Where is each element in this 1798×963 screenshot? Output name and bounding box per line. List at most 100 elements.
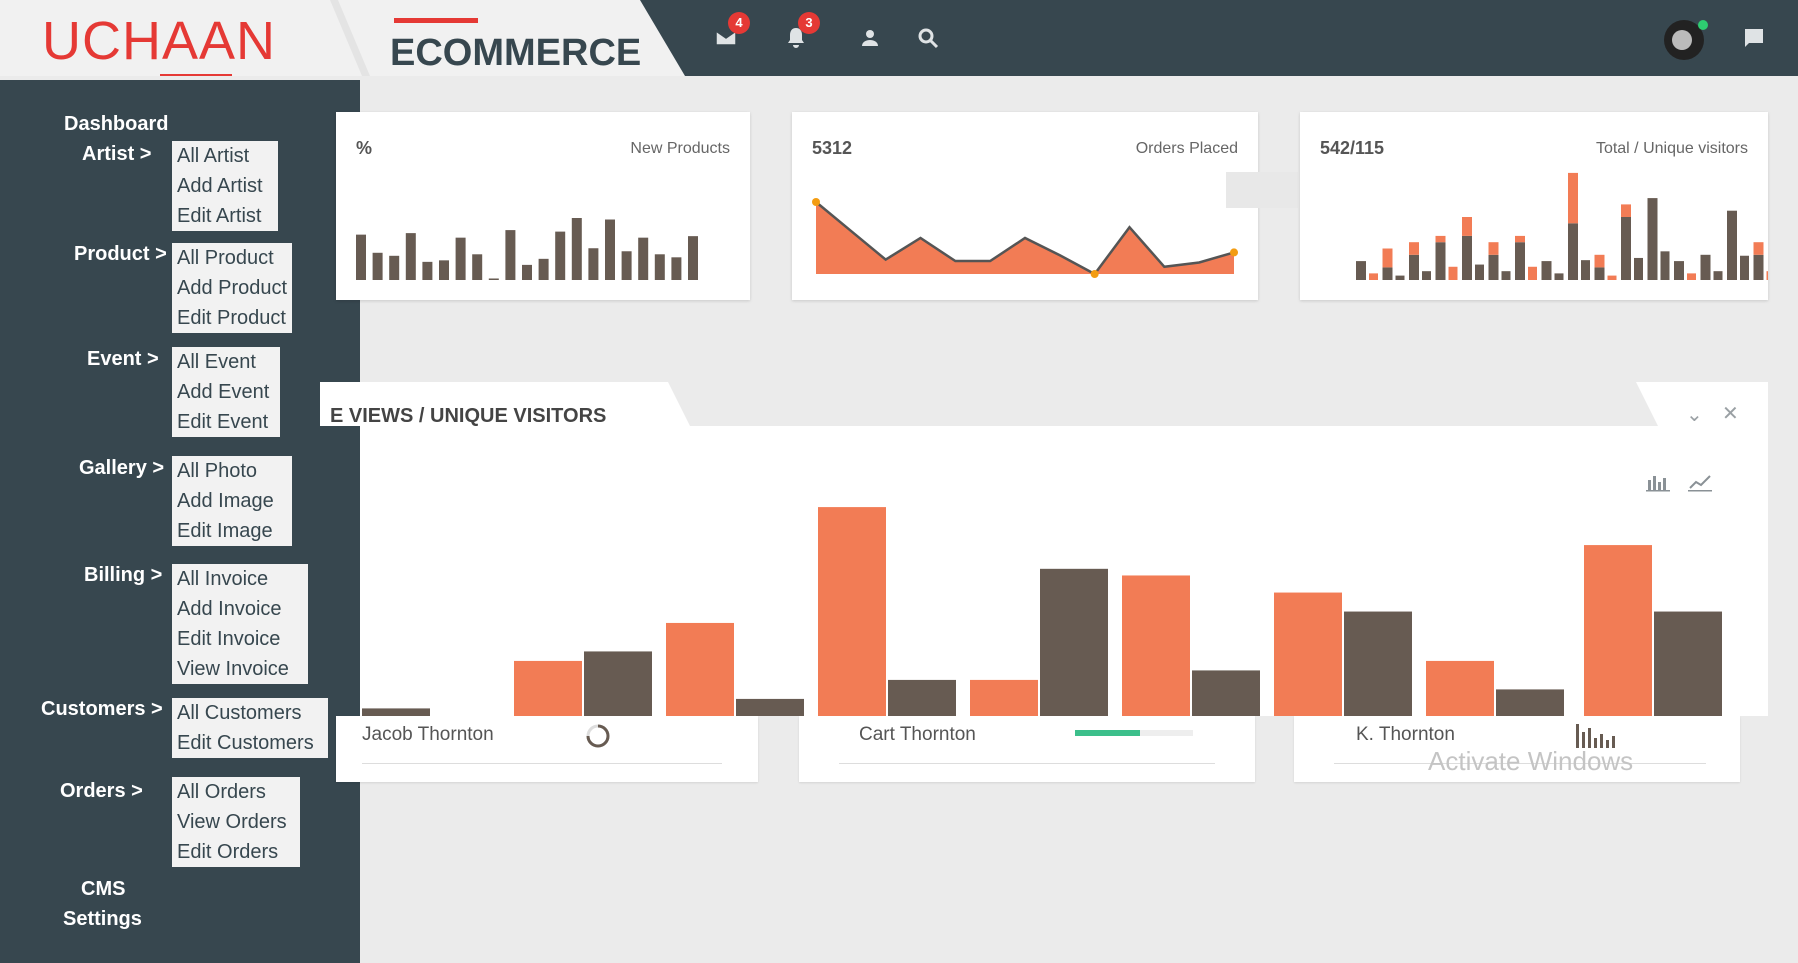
chart-panel-title: E VIEWS / UNIQUE VISITORS xyxy=(330,405,607,427)
submenu-edit-orders[interactable]: Edit Orders xyxy=(172,837,300,867)
mini-bar xyxy=(654,254,665,280)
submenu-edit-artist[interactable]: Edit Artist xyxy=(172,201,278,231)
submenu-edit-image[interactable]: Edit Image xyxy=(172,516,292,546)
mini-area-point xyxy=(812,198,820,206)
submenu-view-invoice[interactable]: View Invoice xyxy=(172,654,308,684)
mini-stack-orange xyxy=(1621,204,1631,217)
bottom-card-name: K. Thornton xyxy=(1356,724,1455,745)
mini-bar xyxy=(488,278,499,280)
mini-stack-orange xyxy=(1409,242,1419,255)
mini-stack-extra xyxy=(1766,271,1768,280)
mini-stack-dark xyxy=(1621,217,1631,280)
new-products-mini-chart xyxy=(356,218,698,280)
submenu-edit-invoice[interactable]: Edit Invoice xyxy=(172,624,308,654)
customers-submenu: All Customers Edit Customers xyxy=(172,698,328,758)
billing-submenu: All Invoice Add Invoice Edit Invoice Vie… xyxy=(172,564,308,684)
chart-bar-orange xyxy=(1584,545,1652,716)
loading-ring-icon xyxy=(586,724,610,748)
mini-stack-extra xyxy=(1448,266,1458,280)
mini-stack-orange xyxy=(1594,254,1605,268)
sidebar-item-settings[interactable]: Settings xyxy=(63,908,142,931)
submenu-all-product[interactable]: All Product xyxy=(172,243,292,273)
submenu-edit-event[interactable]: Edit Event xyxy=(172,407,280,437)
bell-icon[interactable]: 3 xyxy=(784,12,820,56)
logo[interactable]: UCHAAN xyxy=(42,10,276,72)
submenu-add-product[interactable]: Add Product xyxy=(172,273,292,303)
mini-stack-dark xyxy=(1462,235,1472,280)
mini-stack-dark xyxy=(1700,254,1711,280)
mini-stack-extra xyxy=(1528,266,1537,280)
user-icon[interactable] xyxy=(858,26,888,56)
progress-fill xyxy=(1075,730,1140,736)
event-submenu: All Event Add Event Edit Event xyxy=(172,347,280,437)
submenu-view-orders[interactable]: View Orders xyxy=(172,807,300,837)
submenu-all-artist[interactable]: All Artist xyxy=(172,141,278,171)
mini-bar xyxy=(356,234,366,280)
mini-area-point xyxy=(1230,248,1238,257)
online-status-dot xyxy=(1698,20,1708,30)
product-submenu: All Product Add Product Edit Product xyxy=(172,243,292,333)
orders-placed-card: 5312 Orders Placed xyxy=(792,112,1258,300)
mini-bar xyxy=(372,252,383,280)
sidebar-item-gallery[interactable]: Gallery > xyxy=(79,457,164,480)
mini-bar xyxy=(688,236,698,280)
mini-bar xyxy=(571,218,582,280)
submenu-edit-product[interactable]: Edit Product xyxy=(172,303,292,333)
sidebar-item-product[interactable]: Product > xyxy=(74,243,167,266)
sidebar-item-orders[interactable]: Orders > xyxy=(60,780,143,803)
mini-bar xyxy=(588,248,599,280)
mail-icon[interactable]: 4 xyxy=(714,12,750,56)
mini-stack-dark xyxy=(1409,254,1419,280)
mini-stack-dark xyxy=(1594,267,1605,280)
page-title: ECOMMERCE xyxy=(390,32,642,74)
chevron-down-icon[interactable]: ⌄ xyxy=(1686,402,1703,427)
mini-stack-dark xyxy=(1382,267,1393,280)
search-icon[interactable] xyxy=(916,26,946,56)
submenu-add-image[interactable]: Add Image xyxy=(172,486,292,516)
sidebar-item-billing[interactable]: Billing > xyxy=(84,564,162,587)
sidebar-item-artist[interactable]: Artist > xyxy=(82,143,151,166)
submenu-all-orders[interactable]: All Orders xyxy=(172,777,300,807)
mini-stack-extra xyxy=(1660,251,1670,280)
bell-badge: 3 xyxy=(798,12,820,34)
sidebar-item-dashboard[interactable]: Dashboard xyxy=(64,113,168,136)
submenu-all-invoice[interactable]: All Invoice xyxy=(172,564,308,594)
chart-bar-orange xyxy=(818,507,886,716)
chart-bar-orange xyxy=(1122,575,1190,716)
mini-stack-orange xyxy=(1568,172,1578,224)
brand-accent xyxy=(394,18,478,23)
submenu-add-event[interactable]: Add Event xyxy=(172,377,280,407)
submenu-edit-customers[interactable]: Edit Customers xyxy=(172,728,328,758)
bottom-card-jacob: Jacob Thornton xyxy=(336,716,758,782)
mini-bar xyxy=(555,231,566,280)
submenu-all-customers[interactable]: All Customers xyxy=(172,698,328,728)
mini-stack-orange xyxy=(1753,242,1764,255)
mini-stack-extra xyxy=(1501,271,1511,280)
submenu-all-photo[interactable]: All Photo xyxy=(172,456,292,486)
sidebar-item-event[interactable]: Event > xyxy=(87,348,159,371)
chart-bar-orange xyxy=(1274,592,1342,716)
submenu-add-artist[interactable]: Add Artist xyxy=(172,171,278,201)
sidebar-item-cms[interactable]: CMS xyxy=(81,878,125,901)
chat-icon[interactable] xyxy=(1742,26,1772,56)
mini-stack-extra xyxy=(1554,273,1564,280)
chart-bar-dark xyxy=(1654,611,1722,716)
gallery-submenu: All Photo Add Image Edit Image xyxy=(172,456,292,546)
chart-bar-dark xyxy=(1496,689,1564,716)
mini-stack-dark xyxy=(1753,254,1764,280)
artist-submenu: All Artist Add Artist Edit Artist xyxy=(172,141,278,231)
submenu-add-invoice[interactable]: Add Invoice xyxy=(172,594,308,624)
mini-stack-extra xyxy=(1395,275,1405,280)
submenu-all-event[interactable]: All Event xyxy=(172,347,280,377)
chart-bar-dark xyxy=(1040,568,1108,716)
close-icon[interactable]: ✕ xyxy=(1722,401,1739,426)
mini-bar xyxy=(389,255,400,280)
mini-bar xyxy=(671,257,682,280)
mini-bar xyxy=(439,260,449,280)
chart-bar-orange xyxy=(970,679,1038,716)
mini-stack-extra xyxy=(1740,255,1749,280)
mini-bar xyxy=(522,264,532,280)
page-views-chart xyxy=(362,507,1722,716)
bottom-card-name: Cart Thornton xyxy=(859,724,976,745)
sidebar-item-customers[interactable]: Customers > xyxy=(41,698,163,721)
